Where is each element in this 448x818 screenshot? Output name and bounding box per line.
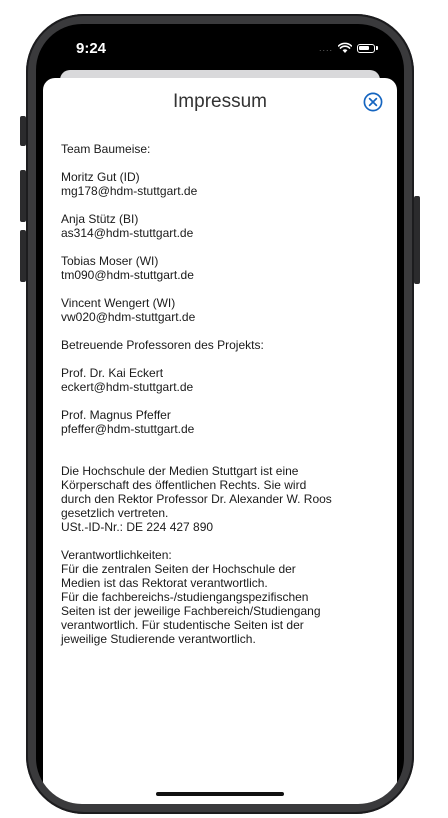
member-email[interactable]: tm090@hdm-stuttgart.de bbox=[61, 268, 361, 282]
legal-line: Körperschaft des öffentlichen Rechts. Si… bbox=[61, 478, 307, 492]
notch bbox=[132, 24, 310, 56]
signal-icon: .... bbox=[318, 43, 333, 53]
close-icon[interactable] bbox=[363, 92, 383, 112]
battery-icon bbox=[357, 43, 375, 53]
legal-paragraph: Die Hochschule der Medien Stuttgart ist … bbox=[61, 464, 361, 534]
responsibility-line: jeweilige Studierende verantwortlich. bbox=[61, 632, 256, 646]
member-email[interactable]: as314@hdm-stuttgart.de bbox=[61, 226, 361, 240]
member-email[interactable]: vw020@hdm-stuttgart.de bbox=[61, 310, 361, 324]
member-name: Tobias Moser (WI) bbox=[61, 254, 159, 268]
legal-line: durch den Rektor Professor Dr. Alexander… bbox=[61, 492, 332, 506]
professor-name: Prof. Dr. Kai Eckert bbox=[61, 366, 164, 380]
member-name: Vincent Wengert (WI) bbox=[61, 296, 176, 310]
member-entry: Vincent Wengert (WI) vw020@hdm-stuttgart… bbox=[61, 296, 361, 324]
responsibility-line: Medien ist das Rektorat verantwortlich. bbox=[61, 576, 268, 590]
responsibility-paragraph: Verantwortlichkeiten: Für die zentralen … bbox=[61, 548, 361, 646]
member-entry: Moritz Gut (ID) mg178@hdm-stuttgart.de bbox=[61, 170, 361, 198]
impressum-content: Team Baumeise: Moritz Gut (ID) mg178@hdm… bbox=[61, 142, 361, 660]
responsibility-line: Seiten ist der jeweilige Fachbereich/Stu… bbox=[61, 604, 321, 618]
member-entry: Tobias Moser (WI) tm090@hdm-stuttgart.de bbox=[61, 254, 361, 282]
status-time: 9:24 bbox=[76, 40, 107, 57]
modal-title: Impressum bbox=[173, 91, 267, 112]
professors-heading: Betreuende Professoren des Projekts: bbox=[61, 338, 264, 352]
vat-id: USt.-ID-Nr.: DE 224 427 890 bbox=[61, 520, 214, 534]
professor-email[interactable]: pfeffer@hdm-stuttgart.de bbox=[61, 422, 361, 436]
screen: 9:24 .... Impressum Team Baumeise: Morit… bbox=[36, 24, 404, 804]
responsibility-line: Für die fachbereichs-/studiengangspezifi… bbox=[61, 590, 309, 604]
professor-name: Prof. Magnus Pfeffer bbox=[61, 408, 171, 422]
member-entry: Anja Stütz (BI) as314@hdm-stuttgart.de bbox=[61, 212, 361, 240]
impressum-modal: Impressum Team Baumeise: Moritz Gut (ID)… bbox=[43, 78, 397, 804]
responsibility-line: Für die zentralen Seiten der Hochschule … bbox=[61, 562, 296, 576]
member-email[interactable]: mg178@hdm-stuttgart.de bbox=[61, 184, 361, 198]
member-name: Moritz Gut (ID) bbox=[61, 170, 140, 184]
status-icons: .... bbox=[319, 42, 378, 54]
legal-line: Die Hochschule der Medien Stuttgart ist … bbox=[61, 464, 299, 478]
professor-entry: Prof. Magnus Pfeffer pfeffer@hdm-stuttga… bbox=[61, 408, 361, 436]
team-heading: Team Baumeise: bbox=[61, 142, 151, 156]
home-indicator[interactable] bbox=[156, 792, 284, 796]
power-button bbox=[414, 196, 420, 284]
professor-entry: Prof. Dr. Kai Eckert eckert@hdm-stuttgar… bbox=[61, 366, 361, 394]
wifi-icon bbox=[338, 42, 352, 53]
member-name: Anja Stütz (BI) bbox=[61, 212, 139, 226]
legal-line: gesetzlich vertreten. bbox=[61, 506, 169, 520]
battery-tip bbox=[376, 46, 378, 50]
responsibility-line: verantwortlich. Für studentische Seiten … bbox=[61, 618, 304, 632]
professor-email[interactable]: eckert@hdm-stuttgart.de bbox=[61, 380, 361, 394]
responsibility-heading: Verantwortlichkeiten: bbox=[61, 548, 172, 562]
